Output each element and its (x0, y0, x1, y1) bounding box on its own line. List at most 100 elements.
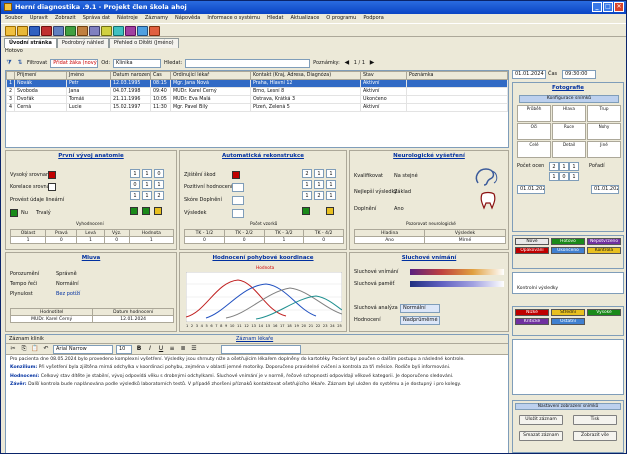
tab-detail[interactable]: Podrobný náhled (56, 38, 109, 48)
copy-icon[interactable] (89, 26, 100, 36)
score-cell[interactable]: 1 (130, 169, 140, 178)
column-header[interactable]: Datum narození (110, 71, 151, 80)
column-header[interactable]: Ordinující lékař (170, 71, 251, 80)
column-header[interactable] (6, 71, 15, 80)
score-field[interactable] (232, 183, 244, 192)
print-icon[interactable] (53, 26, 64, 36)
value-cell[interactable]: 1 (76, 236, 105, 244)
score-cell[interactable]: 1 (130, 191, 140, 200)
photo-config-bar[interactable]: Konfigurace snímků (519, 95, 619, 103)
settings-icon[interactable] (137, 26, 148, 36)
column-header[interactable]: Poznámka (406, 71, 508, 80)
score-cell[interactable]: 1 (314, 169, 324, 178)
body-part-cell[interactable]: Detail (552, 141, 586, 158)
table-row[interactable]: 2 Svoboda Jana 04.07.1998 09:40 MUDr. Karel Č… (6, 87, 508, 96)
help-icon[interactable] (149, 26, 160, 36)
value-cell[interactable]: 12.01.2024 (92, 315, 174, 323)
score-cell[interactable]: 0 (154, 169, 164, 178)
red-status-swatch[interactable] (232, 171, 240, 179)
body-part-cell[interactable]: Oči (517, 123, 551, 140)
editor-search-input[interactable] (221, 344, 301, 354)
count-cell[interactable]: 1 (569, 172, 579, 181)
save-icon[interactable] (29, 26, 40, 36)
maximize-button[interactable]: □ (603, 2, 613, 12)
hearing-rating-field[interactable]: Nadprůměrné (400, 316, 440, 325)
score-cell[interactable]: 2 (314, 191, 324, 200)
column-header[interactable]: Jméno (66, 71, 111, 80)
menu-item[interactable]: Nápověda (175, 15, 200, 22)
status-chip[interactable]: Nepotvrzeno (587, 238, 621, 245)
status-chip[interactable]: Hotovo (551, 238, 585, 245)
sort-icon[interactable]: ⇅ (16, 59, 24, 67)
value-cell[interactable]: 1 (263, 236, 305, 244)
body-part-cell[interactable]: Průběh (517, 105, 551, 122)
editor-content[interactable]: Pro pacienta dne 08.05.2024 bylo provede… (6, 355, 508, 393)
date-to-field[interactable]: 01.01.2024 (591, 185, 619, 194)
paste-icon[interactable]: 📋 (31, 345, 39, 353)
priority-chip[interactable]: Kritické (515, 318, 549, 325)
count-cell[interactable]: 2 (549, 162, 559, 171)
time-field[interactable]: 09:30:00 (562, 70, 596, 79)
menu-item[interactable]: Zobrazit (55, 15, 76, 22)
title-bar[interactable]: Herní diagnostika .9.1 - Projekt člen šk… (1, 1, 626, 14)
gradient-scale[interactable] (410, 281, 504, 287)
cut-icon[interactable]: ✂ (9, 345, 17, 353)
body-part-cell[interactable]: Hlava (552, 105, 586, 122)
priority-chip[interactable]: Ostatní (551, 318, 585, 325)
chart-icon[interactable] (125, 26, 136, 36)
table-row[interactable]: 4 Černá Lucie 15.02.1997 11:30 Mgr. Pavel Bíl… (6, 103, 508, 112)
add-record-icon[interactable] (65, 26, 76, 36)
score-cell[interactable]: 1 (154, 180, 164, 189)
priority-chip[interactable]: Vysoké (587, 309, 621, 316)
source-select[interactable]: Klinika (113, 58, 162, 68)
bold-icon[interactable]: B (135, 345, 143, 353)
edit-icon[interactable] (77, 26, 88, 36)
radio-label[interactable]: Pořadí (589, 163, 605, 169)
body-part-cell[interactable]: Trup (587, 105, 621, 122)
notes-box[interactable] (512, 339, 624, 395)
next-page-icon[interactable]: ▶ (368, 59, 376, 67)
search-input[interactable] (185, 58, 311, 68)
body-part-cell[interactable]: Ruce (552, 123, 586, 140)
delete-record-button[interactable]: Smazat záznam (519, 431, 563, 441)
status-chip[interactable]: Ukončeno (551, 247, 585, 254)
body-part-cell[interactable]: Nohy (587, 123, 621, 140)
score-cell[interactable]: 1 (326, 180, 336, 189)
count-cell[interactable]: 1 (559, 162, 569, 171)
menu-item[interactable]: Správa dat (83, 15, 110, 22)
score-cell[interactable]: 2 (154, 191, 164, 200)
value-cell[interactable]: 0 (184, 236, 225, 244)
minimize-button[interactable]: _ (592, 2, 602, 12)
score-field[interactable] (232, 209, 244, 218)
score-cell[interactable]: 1 (142, 169, 152, 178)
status-swatch[interactable] (48, 183, 56, 191)
column-header[interactable]: Stav (360, 71, 407, 80)
hearing-analysis-field[interactable]: Normální (400, 304, 440, 313)
body-part-cell[interactable]: Celé (517, 141, 551, 158)
menu-item[interactable]: O programu (326, 15, 356, 22)
value-cell[interactable]: MUDr. Karel Černý (9, 315, 94, 323)
date-field[interactable]: 01.01.2024 (512, 70, 546, 79)
open-folder-icon[interactable] (17, 26, 28, 36)
status-chip[interactable]: Nové (515, 238, 549, 245)
score-cell[interactable]: 1 (142, 191, 152, 200)
menu-item[interactable]: Informace o systému (207, 15, 260, 22)
refresh-icon[interactable] (113, 26, 124, 36)
table-row[interactable]: 3 Dvořák Tomáš 21.11.1996 10:05 MUDr. Eva Mal… (6, 95, 508, 104)
save-record-button[interactable]: Uložit záznam (519, 415, 563, 425)
value-cell[interactable]: 0 (103, 236, 130, 244)
menu-item[interactable]: Aktualizace (290, 15, 319, 22)
undo-icon[interactable]: ↶ (42, 345, 50, 353)
score-cell[interactable]: 1 (326, 191, 336, 200)
value-cell[interactable]: Ano (353, 236, 426, 244)
font-size-select[interactable]: 10 (116, 344, 132, 354)
column-header[interactable]: Čas (150, 71, 171, 80)
align-center-icon[interactable]: ≣ (179, 345, 187, 353)
priority-chip[interactable]: Střední (551, 309, 585, 316)
value-cell[interactable]: 0 (303, 236, 344, 244)
menu-item[interactable]: Podpora (363, 15, 383, 22)
column-header[interactable]: Kontakt (Kraj, Adresa, Diagnóza) (250, 71, 361, 80)
red-status-swatch[interactable] (48, 171, 56, 179)
status-chip[interactable]: Kontrola (587, 247, 621, 254)
filter-icon[interactable]: ⧩ (5, 59, 13, 67)
